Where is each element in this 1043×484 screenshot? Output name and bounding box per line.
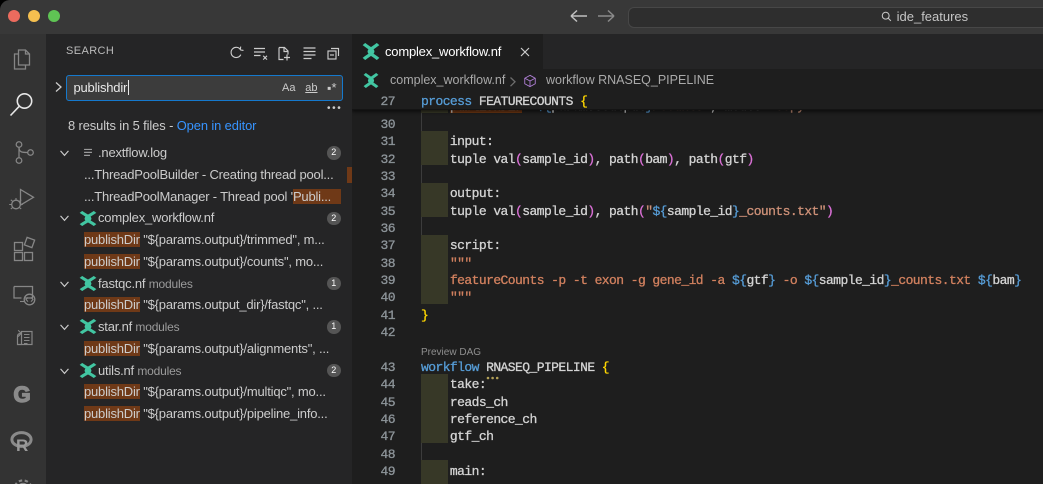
svg-text:R: R <box>16 436 28 455</box>
svg-text:G: G <box>14 382 31 407</box>
